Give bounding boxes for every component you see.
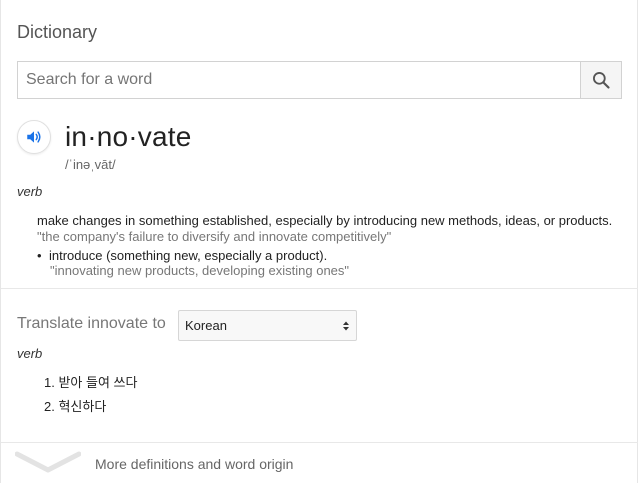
definition-text: make changes in something established, e… xyxy=(37,213,613,228)
translate-label: Translate innovate to xyxy=(17,315,166,332)
phonetic-spelling: /ˈinəˌvāt/ xyxy=(65,157,116,172)
search-icon xyxy=(593,72,610,89)
bullet: • xyxy=(37,248,42,263)
search-button[interactable] xyxy=(580,62,621,98)
card-title: Dictionary xyxy=(17,22,98,42)
language-select[interactable]: Korean xyxy=(178,310,357,341)
select-arrows-icon xyxy=(343,321,349,330)
part-of-speech: verb xyxy=(17,184,43,199)
translation-text: 받아 들여 쓰다 xyxy=(58,375,138,390)
pronounce-button[interactable] xyxy=(17,120,51,154)
definition-example: "the company's failure to diversify and … xyxy=(37,229,392,244)
divider xyxy=(1,288,638,289)
translation-number: 1. xyxy=(44,375,55,390)
translation-item: 2. 혁신하다 xyxy=(44,396,106,415)
sub-definition-text: introduce (something new, especially a p… xyxy=(49,248,328,263)
more-definitions-toggle[interactable]: More definitions and word origin xyxy=(1,443,638,483)
chevron-down-icon xyxy=(15,451,81,473)
sub-definition-example: "innovating new products, developing exi… xyxy=(50,263,350,278)
translation-item: 1. 받아 들여 쓰다 xyxy=(44,372,137,391)
dictionary-card: Dictionary in·no·vate /ˈinəˌvāt/ verb ma… xyxy=(0,0,638,483)
search-input[interactable] xyxy=(18,62,580,98)
translation-text: 혁신하다 xyxy=(58,399,107,414)
translation-number: 2. xyxy=(44,399,55,414)
search-box xyxy=(17,61,622,99)
speaker-icon xyxy=(27,131,41,143)
headword: in·no·vate xyxy=(65,121,192,152)
translate-part-of-speech: verb xyxy=(17,346,43,361)
more-definitions-label: More definitions and word origin xyxy=(95,456,294,472)
language-select-value: Korean xyxy=(185,318,227,333)
sub-definition: • introduce (something new, especially a … xyxy=(37,248,327,263)
